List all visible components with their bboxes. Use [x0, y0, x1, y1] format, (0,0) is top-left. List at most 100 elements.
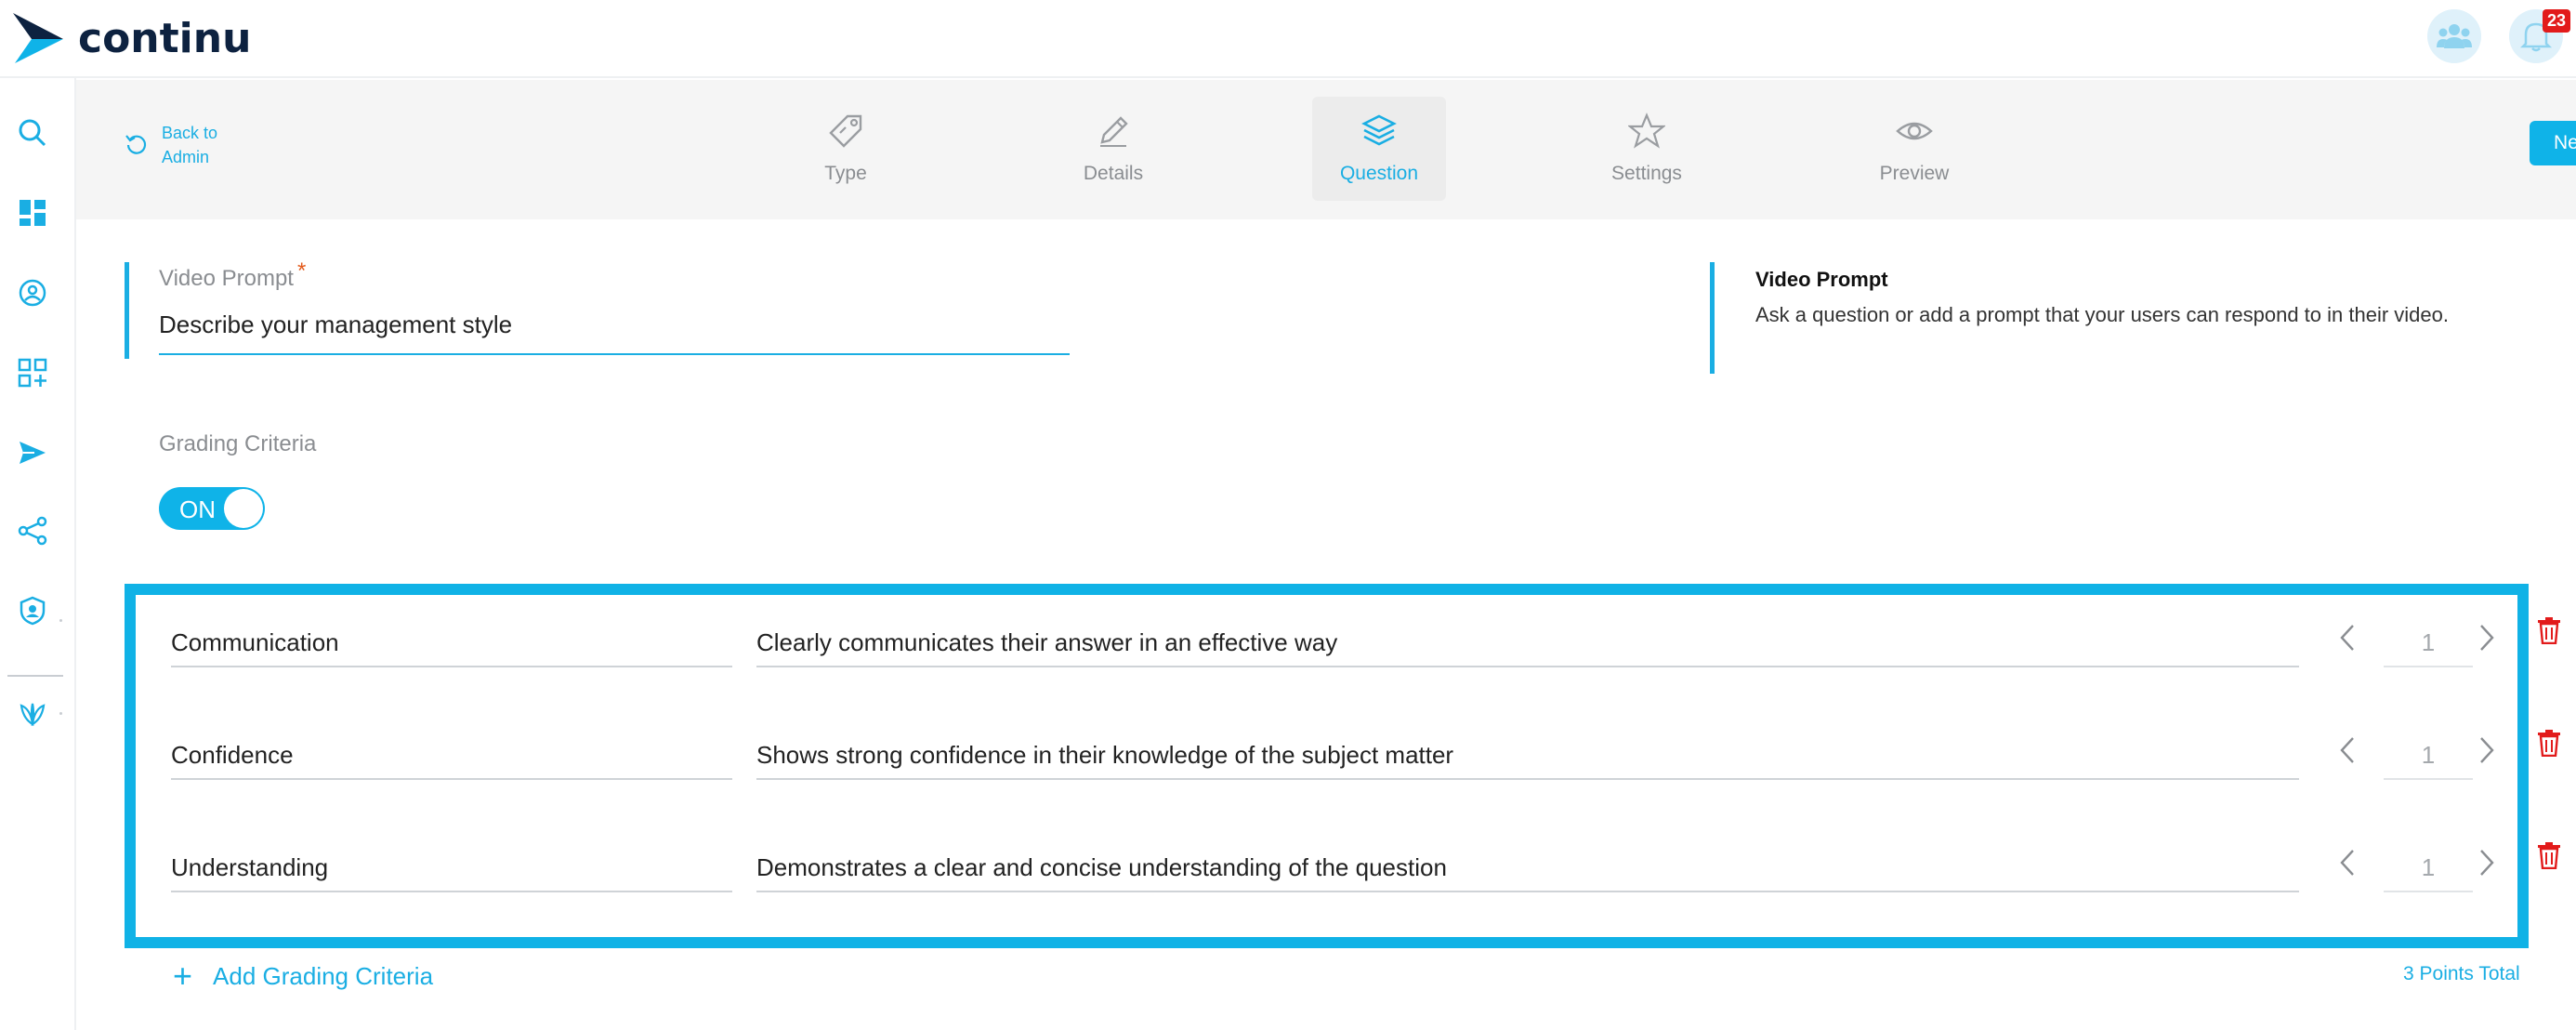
increment-button[interactable]	[2473, 733, 2501, 767]
chevron-left-icon	[2340, 850, 2354, 876]
video-prompt-input[interactable]: Describe your management style	[159, 310, 512, 339]
criteria-row: Communication Clearly communicates their…	[136, 595, 2517, 706]
video-prompt-underline	[159, 353, 1070, 355]
brand-logo[interactable]: continu	[11, 11, 251, 65]
sidebar-dot	[59, 712, 62, 715]
plus-icon: +	[173, 957, 193, 995]
send-icon	[20, 442, 46, 464]
points-input[interactable]: 1	[2384, 846, 2473, 892]
tab-preview[interactable]: Preview	[1847, 97, 1981, 201]
sidebar-item-admin[interactable]	[15, 593, 50, 628]
brand-name: continu	[78, 14, 252, 62]
teams-button[interactable]	[2427, 9, 2481, 63]
dashboard-icon	[20, 200, 46, 226]
next-button[interactable]: Ne	[2530, 121, 2576, 165]
points-total: 3 Points Total	[2403, 963, 2520, 984]
delete-criteria-button[interactable]	[2537, 841, 2561, 870]
trash-icon	[2538, 842, 2560, 870]
criteria-name-input[interactable]: Understanding	[171, 846, 732, 892]
decrement-button[interactable]	[2333, 846, 2361, 879]
eye-icon	[1896, 122, 1933, 140]
notification-badge: 23	[2542, 9, 2570, 33]
pencil-icon	[1100, 116, 1128, 147]
leaf-icon	[20, 703, 46, 727]
admin-shield-icon	[20, 596, 46, 626]
criteria-name-input[interactable]: Confidence	[171, 733, 732, 780]
chevron-left-icon	[2340, 737, 2354, 763]
delete-criteria-button[interactable]	[2537, 616, 2561, 645]
tab-settings[interactable]: Settings	[1580, 97, 1714, 201]
sidebar-divider	[7, 675, 63, 677]
back-line-2: Admin	[162, 148, 210, 166]
help-title: Video Prompt	[1755, 268, 1888, 291]
tab-details[interactable]: Details	[1046, 97, 1180, 201]
back-to-admin-link[interactable]: Back to Admin	[125, 121, 217, 169]
help-description: Ask a question or add a prompt that your…	[1755, 303, 2449, 326]
sidebar-item-search[interactable]	[15, 115, 50, 151]
sidebar-dot	[59, 619, 62, 622]
required-asterisk: *	[296, 258, 307, 284]
help-panel: Video Prompt Ask a question or add a pro…	[1710, 262, 2546, 374]
top-bar: continu 23	[0, 0, 2576, 78]
video-prompt-field[interactable]: Video Prompt * Describe your management s…	[125, 258, 1071, 359]
delete-criteria-button[interactable]	[2537, 729, 2561, 758]
notifications-button[interactable]: 23	[2509, 9, 2570, 63]
search-icon	[19, 119, 46, 147]
criteria-row: Confidence Shows strong confidence in th…	[136, 707, 2517, 819]
increment-button[interactable]	[2473, 846, 2501, 879]
sidebar-item-leaf[interactable]	[15, 695, 50, 731]
tab-label: Question	[1339, 163, 1419, 184]
chevron-right-icon	[2480, 737, 2494, 763]
trash-icon	[2538, 617, 2560, 645]
back-line-1: Back to	[162, 124, 218, 142]
add-grading-criteria-button[interactable]: + Add Grading Criteria	[173, 959, 433, 993]
criteria-description-input[interactable]: Shows strong confidence in their knowled…	[756, 733, 2299, 780]
toggle-state-label: ON	[179, 495, 216, 523]
back-refresh-icon	[125, 135, 147, 154]
video-prompt-label-text: Video Prompt	[159, 266, 294, 291]
layers-icon	[1361, 114, 1397, 146]
criteria-row: Understanding Demonstrates a clear and c…	[136, 820, 2517, 931]
video-prompt-label: Video Prompt *	[159, 258, 306, 292]
grading-criteria-label: Grading Criteria	[159, 431, 317, 456]
tag-icon	[829, 114, 862, 148]
tab-label: Settings	[1611, 163, 1682, 184]
add-apps-icon	[18, 358, 47, 388]
logo-arrow-icon	[13, 13, 63, 63]
increment-button[interactable]	[2473, 621, 2501, 654]
points-stepper: 1	[2333, 840, 2501, 896]
share-icon	[18, 516, 47, 546]
points-input[interactable]: 1	[2384, 621, 2473, 667]
criteria-description-input[interactable]: Clearly communicates their answer in an …	[756, 621, 2299, 667]
decrement-button[interactable]	[2333, 621, 2361, 654]
trash-icon	[2538, 730, 2560, 758]
sidebar-item-explore[interactable]	[15, 275, 50, 310]
sidebar-item-send[interactable]	[15, 435, 50, 470]
chevron-right-icon	[2480, 850, 2494, 876]
sidebar-item-add-apps[interactable]	[15, 355, 50, 390]
step-tab-bar: Back to Admin Type Details Question Sett…	[76, 80, 2576, 219]
decrement-button[interactable]	[2333, 733, 2361, 767]
chevron-right-icon	[2480, 625, 2494, 651]
left-sidebar	[0, 78, 76, 1030]
tab-label: Preview	[1879, 163, 1950, 184]
tab-question[interactable]: Question	[1312, 97, 1446, 201]
toggle-knob	[224, 489, 263, 528]
sidebar-item-share[interactable]	[15, 513, 50, 548]
grading-criteria-toggle[interactable]: ON	[159, 487, 265, 530]
star-icon	[1628, 112, 1665, 149]
tab-label: Type	[824, 163, 867, 184]
tab-label: Details	[1083, 163, 1144, 184]
grading-criteria-table: Communication Clearly communicates their…	[125, 584, 2529, 948]
tab-type[interactable]: Type	[779, 97, 913, 201]
people-icon	[2437, 24, 2472, 48]
points-stepper: 1	[2333, 615, 2501, 671]
criteria-name-input[interactable]: Communication	[171, 621, 732, 667]
points-input[interactable]: 1	[2384, 733, 2473, 780]
chevron-left-icon	[2340, 625, 2354, 651]
sidebar-item-dashboard[interactable]	[15, 195, 50, 231]
explore-icon	[19, 279, 46, 307]
points-stepper: 1	[2333, 728, 2501, 784]
add-grading-criteria-label: Add Grading Criteria	[213, 961, 434, 990]
criteria-description-input[interactable]: Demonstrates a clear and concise underst…	[756, 846, 2299, 892]
